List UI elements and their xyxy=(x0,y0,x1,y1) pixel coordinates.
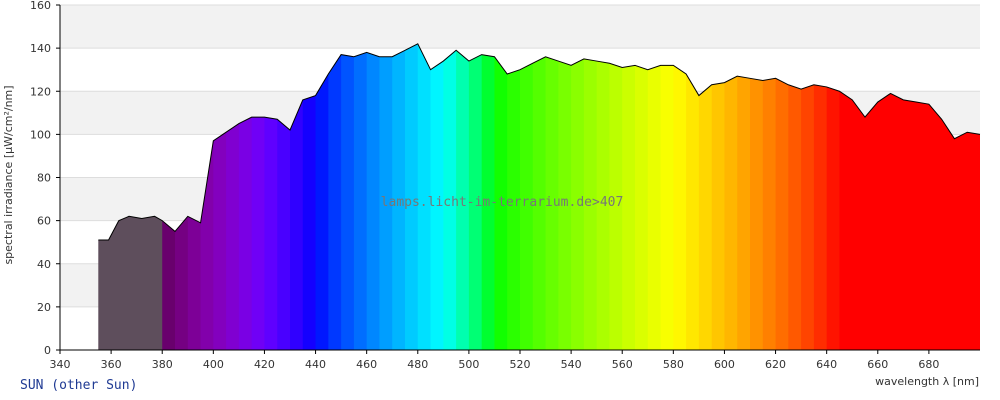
y-tick-label: 40 xyxy=(37,258,51,271)
x-tick-label: 600 xyxy=(714,358,735,371)
x-tick-label: 680 xyxy=(918,358,939,371)
x-tick-label: 420 xyxy=(254,358,275,371)
x-tick-labels: 340 360 380 400 420 440 460 480 500 520 540 560 580 6… xyxy=(50,350,939,371)
y-tick-label: 100 xyxy=(30,128,51,141)
y-tick-label: 160 xyxy=(30,0,51,12)
chart-annotation: lamps.licht-im-terrarium.de>407 xyxy=(381,195,624,210)
x-tick-label: 480 xyxy=(407,358,428,371)
y-tick-labels: 0 20 40 60 80 100 120 140 160 xyxy=(30,0,60,357)
spectrum-strip xyxy=(353,43,368,350)
spectrum-strip xyxy=(405,43,419,350)
chart-caption: SUN (other Sun) xyxy=(20,378,137,393)
grid-band xyxy=(60,5,980,49)
x-tick-label: 660 xyxy=(867,358,888,371)
y-tick-label: 20 xyxy=(37,301,51,314)
y-tick-label: 80 xyxy=(37,172,51,185)
spectrum-strip xyxy=(392,43,406,350)
y-axis-label: spectral irradiance [µW/cm²/nm] xyxy=(2,85,15,264)
x-tick-label: 360 xyxy=(101,358,122,371)
y-tick-label: 140 xyxy=(30,42,51,55)
x-tick-label: 620 xyxy=(765,358,786,371)
x-axis-label: wavelength λ [nm] xyxy=(875,375,979,388)
x-tick-label: 340 xyxy=(50,358,71,371)
x-tick-label: 500 xyxy=(458,358,479,371)
x-tick-label: 520 xyxy=(510,358,531,371)
x-tick-label: 640 xyxy=(816,358,837,371)
spectrum-chart: 340 360 380 400 420 440 460 480 500 520 540 560 580 6… xyxy=(2,0,981,393)
x-tick-label: 540 xyxy=(561,358,582,371)
x-tick-label: 400 xyxy=(203,358,224,371)
y-tick-label: 0 xyxy=(44,344,51,357)
y-tick-label: 60 xyxy=(37,215,51,228)
x-tick-label: 560 xyxy=(612,358,633,371)
x-tick-label: 580 xyxy=(663,358,684,371)
x-tick-label: 440 xyxy=(305,358,326,371)
x-tick-label: 380 xyxy=(152,358,173,371)
y-tick-label: 120 xyxy=(30,85,51,98)
x-tick-label: 460 xyxy=(356,358,377,371)
